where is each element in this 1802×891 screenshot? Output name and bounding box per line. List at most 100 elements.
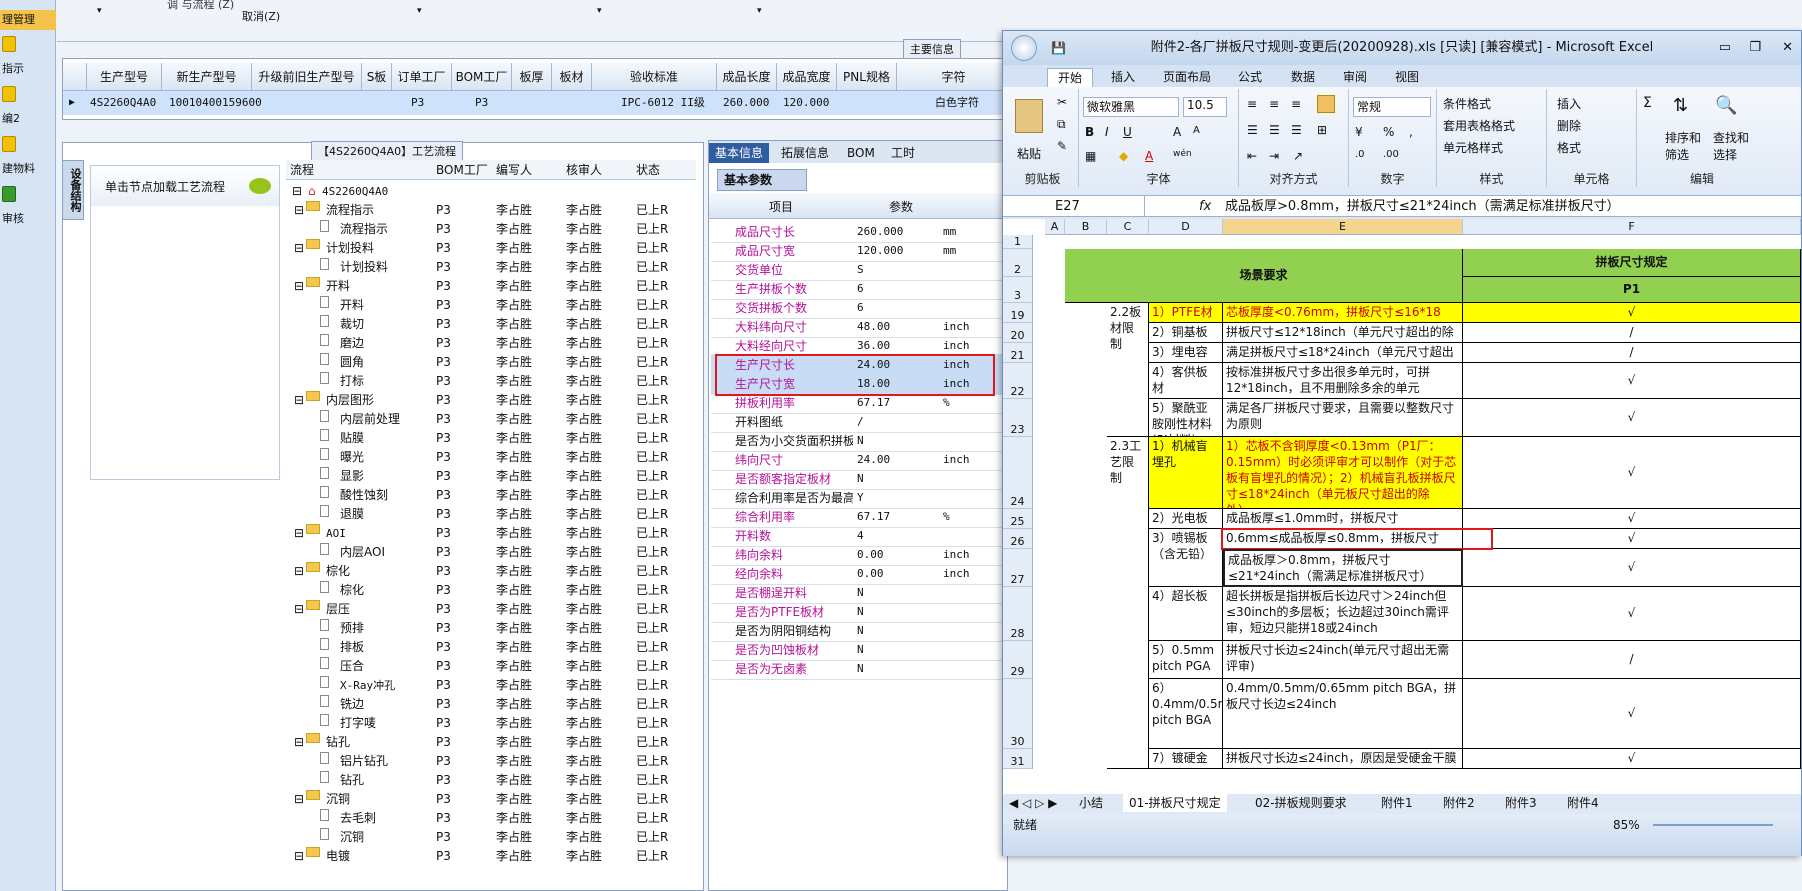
increase-decimal-icon[interactable]: .0	[1355, 149, 1365, 160]
cell-item[interactable]: 4）客供板材	[1149, 363, 1223, 399]
bold-button[interactable]: B	[1085, 125, 1094, 139]
tree-root[interactable]: ⊟ ⌂ 4S2260Q4A0	[286, 182, 696, 201]
phonetic-icon[interactable]: wén	[1173, 149, 1192, 159]
wrap-text-icon[interactable]	[1317, 95, 1335, 113]
col-header[interactable]: 订单工厂	[392, 63, 452, 91]
cell-p1[interactable]: √	[1463, 679, 1801, 749]
cell-p1[interactable]: √	[1463, 529, 1801, 549]
tree-row[interactable]: 压合 P3 李占胜 李占胜 已上R	[286, 657, 696, 676]
cell-p1[interactable]: √	[1463, 549, 1801, 587]
cut-icon[interactable]: ✂	[1057, 95, 1067, 109]
fill-color-icon[interactable]: ◆	[1119, 149, 1128, 163]
tree-row[interactable]: ⊟ 电镀 P3 李占胜 李占胜 已上R	[286, 847, 696, 866]
dropdown-arrow-icon[interactable]: ▾	[757, 6, 762, 16]
tree-row[interactable]: 退膜 P3 李占胜 李占胜 已上R	[286, 505, 696, 524]
shrink-font-icon[interactable]: A	[1193, 125, 1200, 136]
cell-model[interactable]: 4S2260Q4A0	[90, 91, 156, 115]
column-header[interactable]: C	[1107, 219, 1149, 235]
name-box[interactable]: E27	[1005, 196, 1145, 216]
subtab-basic-params[interactable]: 基本参数	[717, 169, 807, 191]
zoom-slider[interactable]	[1653, 824, 1773, 826]
column-header[interactable]: D	[1149, 219, 1223, 235]
row-header[interactable]: 20	[1003, 323, 1033, 343]
decrease-decimal-icon[interactable]: .00	[1383, 149, 1399, 160]
tree-col-writer[interactable]: 编写人	[496, 160, 532, 180]
tab-view[interactable]: 视图	[1385, 68, 1429, 87]
cancel-label[interactable]: 取消(Z)	[242, 8, 280, 24]
font-size-select[interactable]: 10.5	[1183, 97, 1227, 117]
tab-basic-info[interactable]: 基本信息	[709, 143, 770, 163]
row-header[interactable]: 2	[1003, 249, 1033, 277]
row-header[interactable]: 28	[1003, 587, 1033, 641]
close-icon[interactable]: ✕	[1782, 31, 1793, 65]
row-header[interactable]: 25	[1003, 509, 1033, 529]
row-header[interactable]: 19	[1003, 303, 1033, 323]
tab-bom[interactable]: BOM	[841, 143, 881, 163]
cell-newmodel[interactable]: 10010400159600	[169, 91, 262, 115]
col-header[interactable]: BOM工厂	[452, 63, 512, 91]
cell-p1[interactable]: √	[1463, 509, 1801, 529]
collapse-icon[interactable]: ⊟	[294, 733, 304, 752]
cell-p1[interactable]: √	[1463, 437, 1801, 509]
collapse-icon[interactable]: ⊟	[292, 182, 302, 201]
tree-row[interactable]: ⊟ 层压 P3 李占胜 李占胜 已上R	[286, 600, 696, 619]
tab-data[interactable]: 数据	[1281, 68, 1325, 87]
font-name-select[interactable]: 微软雅黑	[1083, 97, 1179, 117]
format-painter-icon[interactable]: ✎	[1057, 139, 1067, 153]
cell-item[interactable]: 7）镀硬金要求	[1149, 749, 1223, 769]
col-header[interactable]: 新生产型号	[162, 63, 252, 91]
collapse-icon[interactable]: ⊟	[294, 847, 304, 866]
tree-row[interactable]: 显影 P3 李占胜 李占胜 已上R	[286, 467, 696, 486]
paste-button[interactable]: 粘贴	[1017, 145, 1041, 162]
number-format-select[interactable]: 常规	[1353, 97, 1431, 117]
left-nav-item-4[interactable]: 审核	[0, 210, 56, 226]
tree-col-reviewer[interactable]: 核审人	[566, 160, 602, 180]
cell-requirement[interactable]: 1）芯板不含铜厚度<0.13mm（P1厂：0.15mm）时必须评审才可以制作（对…	[1223, 437, 1463, 509]
tree-row[interactable]: 流程指示 P3 李占胜 李占胜 已上R	[286, 220, 696, 239]
tree-row[interactable]: 内层前处理 P3 李占胜 李占胜 已上R	[286, 410, 696, 429]
collapse-icon[interactable]: ⊟	[294, 790, 304, 809]
align-right-icon[interactable]: ☰	[1291, 123, 1302, 137]
cell-requirement[interactable]: 成品板厚＞0.8mm，拼板尺寸≤21*24inch（需满足标准拼板尺寸）	[1223, 549, 1463, 587]
tree-row[interactable]: ⊟ 开料 P3 李占胜 李占胜 已上R	[286, 277, 696, 296]
align-bottom-icon[interactable]: ≡	[1291, 97, 1301, 111]
sort-filter-button[interactable]: 排序和筛选	[1665, 129, 1709, 163]
paste-icon[interactable]	[1015, 99, 1043, 133]
column-header[interactable]: B	[1065, 219, 1107, 235]
tree-row[interactable]: 圆角 P3 李占胜 李占胜 已上R	[286, 353, 696, 372]
sheet-tab[interactable]: 附件2	[1437, 794, 1481, 812]
cell-requirement[interactable]: 芯板厚度<0.76mm，拼板尺寸≤16*18 inch	[1223, 303, 1463, 323]
row-header[interactable]: 30	[1003, 679, 1033, 749]
tree-row[interactable]: X-Ray冲孔 P3 李占胜 李占胜 已上R	[286, 676, 696, 695]
cell-p1[interactable]: /	[1463, 641, 1801, 679]
collapse-icon[interactable]: ⊟	[294, 524, 304, 543]
cell-p1[interactable]: √	[1463, 587, 1801, 641]
cell-p1[interactable]: √	[1463, 749, 1801, 769]
office-button-icon[interactable]	[1011, 35, 1037, 61]
copy-icon[interactable]: ⧉	[1057, 117, 1066, 132]
align-center-icon[interactable]: ☰	[1269, 123, 1280, 137]
cell-item[interactable]: 6）0.4mm/0.5mm/0.65mm pitch BGA	[1149, 679, 1223, 749]
col-header[interactable]: 成品长度	[717, 63, 777, 91]
tree-row[interactable]: 钻孔 P3 李占胜 李占胜 已上R	[286, 771, 696, 790]
header-cell[interactable]: 拼板尺寸规定	[1463, 249, 1801, 277]
sheet-tab[interactable]: 小结	[1073, 794, 1109, 812]
find-select-icon[interactable]: 🔍	[1715, 95, 1737, 116]
cell-item[interactable]: 1）机械盲埋孔	[1149, 437, 1223, 509]
row-header[interactable]: 22	[1003, 363, 1033, 399]
tree-row[interactable]: ⊟ 内层图形 P3 李占胜 李占胜 已上R	[286, 391, 696, 410]
cell-styles-button[interactable]: 单元格样式	[1443, 139, 1503, 156]
tree-row[interactable]: 开料 P3 李占胜 李占胜 已上R	[286, 296, 696, 315]
tab-extended-info[interactable]: 拓展信息	[775, 143, 835, 163]
cell-item[interactable]: 1）PTFE材料	[1149, 303, 1223, 323]
collapse-icon[interactable]: ⊟	[294, 562, 304, 581]
tab-page-layout[interactable]: 页面布局	[1153, 68, 1221, 87]
cell-p1[interactable]: √	[1463, 363, 1801, 399]
tree-row[interactable]: 磨边 P3 李占胜 李占胜 已上R	[286, 334, 696, 353]
tree-row[interactable]: 铣边 P3 李占胜 李占胜 已上R	[286, 695, 696, 714]
sheet-tab[interactable]: 附件3	[1499, 794, 1543, 812]
dropdown-arrow-icon[interactable]: ▾	[597, 6, 602, 16]
find-select-button[interactable]: 查找和选择	[1713, 129, 1757, 163]
tree-row[interactable]: 铝片钻孔 P3 李占胜 李占胜 已上R	[286, 752, 696, 771]
column-header[interactable]: A	[1045, 219, 1065, 235]
